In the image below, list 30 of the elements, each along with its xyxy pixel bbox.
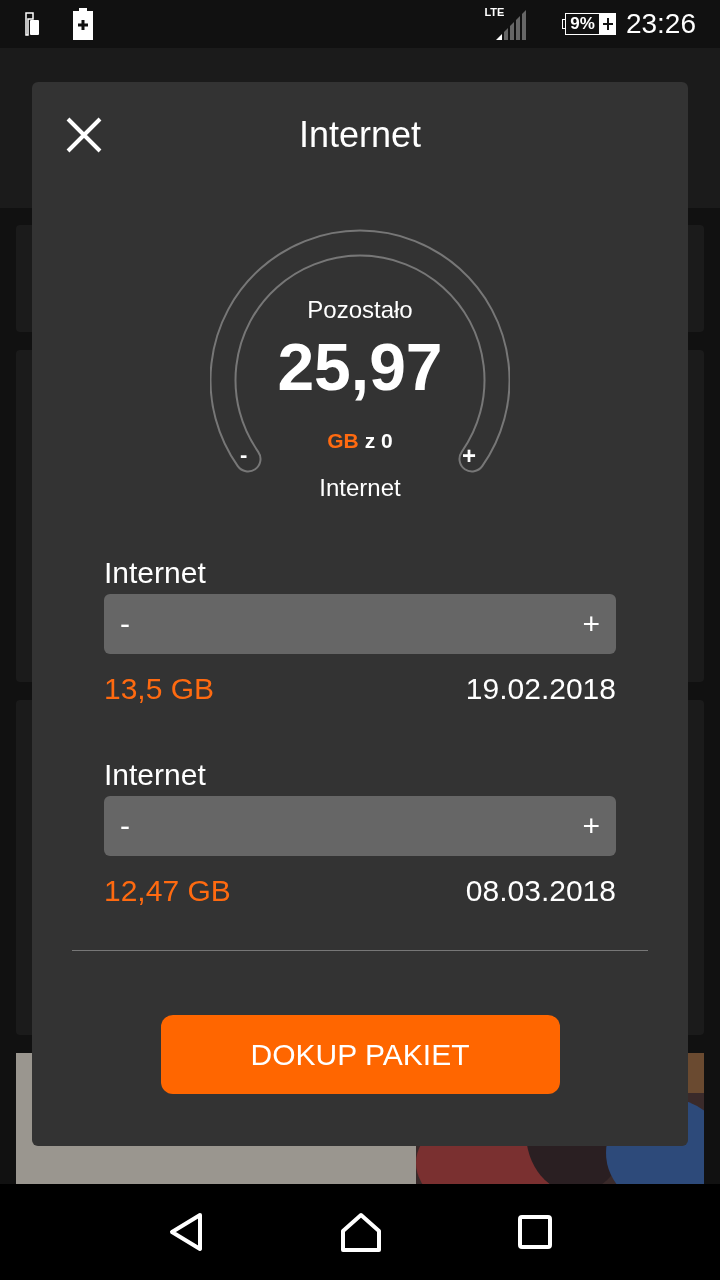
battery-indicator: 9% (562, 12, 616, 35)
battery-charging-icon (72, 7, 94, 40)
package-date: 08.03.2018 (465, 876, 616, 906)
decrease-button[interactable]: - (120, 609, 130, 639)
package-bar[interactable]: - + (104, 796, 616, 856)
package-name: Internet (104, 760, 207, 790)
clock: 23:26 (625, 9, 696, 38)
increase-button[interactable]: + (582, 811, 600, 841)
gauge-value: 25,97 (277, 334, 443, 400)
gauge-caption: Pozostało (307, 298, 413, 322)
gauge-plus[interactable]: + (462, 444, 476, 468)
recent-apps-icon[interactable] (518, 1214, 552, 1249)
package-date: 19.02.2018 (465, 674, 616, 704)
dialog-title: Internet (298, 117, 422, 153)
decrease-button[interactable]: - (120, 811, 130, 841)
gauge-total: z 0 (364, 430, 393, 451)
gauge-minus[interactable]: - (240, 444, 248, 466)
network-type: LTE (484, 7, 505, 19)
close-icon[interactable] (66, 117, 102, 153)
gauge-unit: GB (327, 430, 359, 451)
package-name: Internet (104, 558, 207, 588)
sim-card-icon (24, 11, 40, 36)
package-amount: 12,47 GB (104, 876, 231, 906)
buy-package-button[interactable]: DOKUP PAKIET (160, 1015, 560, 1094)
package-amount: 13,5 GB (104, 674, 215, 704)
increase-button[interactable]: + (582, 609, 600, 639)
home-icon[interactable] (340, 1211, 382, 1252)
gauge-label: Internet (319, 476, 401, 500)
back-icon[interactable] (168, 1211, 204, 1252)
package-bar[interactable]: - + (104, 594, 616, 654)
